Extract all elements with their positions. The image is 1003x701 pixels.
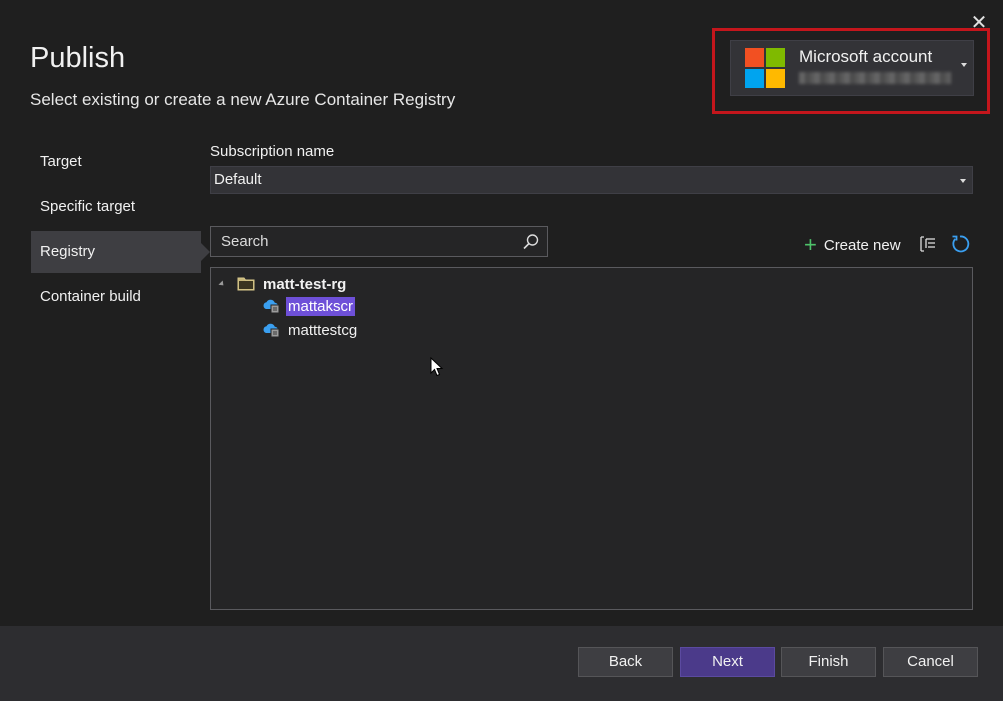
cancel-button[interactable]: Cancel [883,647,978,677]
filter-icon[interactable] [917,233,939,255]
subscription-select[interactable]: Default [210,166,973,194]
mouse-pointer-icon [430,357,444,377]
dialog-subtitle: Select existing or create a new Azure Co… [30,90,456,109]
account-name: Microsoft account [799,47,933,66]
create-new-button[interactable]: + Create new [804,234,901,256]
finish-button[interactable]: Finish [781,647,876,677]
refresh-icon[interactable] [949,233,971,255]
tree-group[interactable]: matt-test-rg [218,273,347,295]
chevron-down-icon[interactable] [961,63,967,67]
tree-item-matttestcg[interactable]: matttestcg [262,319,359,341]
subscription-label: Subscription name [210,143,335,160]
resource-group-label: matt-test-rg [263,275,347,293]
search-input[interactable] [211,227,511,256]
microsoft-logo-icon [745,48,786,89]
registry-tree: matt-test-rg mattakscr matttestcg [210,267,973,610]
create-new-label: Create new [823,236,901,254]
search-box[interactable] [210,226,548,257]
nav-item-target[interactable]: Target [31,141,201,183]
nav-item-specific-target[interactable]: Specific target [31,186,201,228]
tree-item-label: mattakscr [286,296,356,316]
wizard-nav: Target Specific target Registry Containe… [31,141,210,321]
account-email-redacted [799,72,951,84]
tree-item-mattakscr[interactable]: mattakscr [262,295,356,317]
next-button[interactable]: Next [680,647,775,677]
dialog-footer: Back Next Finish Cancel [0,626,1003,701]
container-registry-icon [263,299,280,314]
expand-arrow-icon[interactable] [218,280,226,288]
back-button[interactable]: Back [578,647,673,677]
search-icon[interactable] [522,233,540,251]
nav-item-container-build[interactable]: Container build [31,276,201,318]
dialog-title: Publish [30,42,126,74]
subscription-value: Default [214,171,262,188]
tree-item-label: matttestcg [288,321,358,339]
nav-item-registry[interactable]: Registry [31,231,210,273]
chevron-down-icon [960,179,966,183]
container-registry-icon [263,323,280,338]
plus-icon: + [804,232,817,257]
account-picker[interactable]: Microsoft account [730,40,974,96]
folder-icon [237,277,255,291]
